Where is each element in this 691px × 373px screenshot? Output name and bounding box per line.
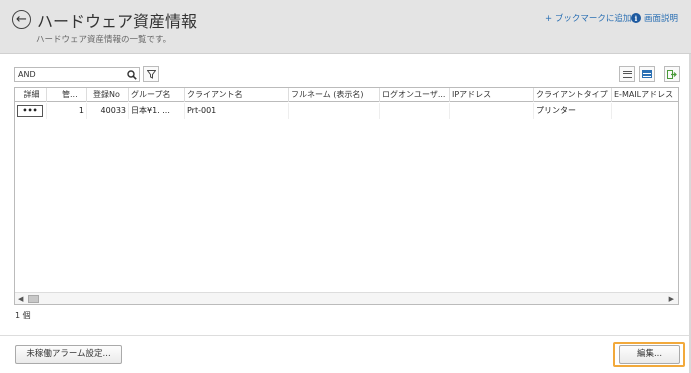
table-row[interactable]: ••• 1 40033 日本¥1. ... Prt-001 プリンター — [15, 103, 678, 119]
search-icon[interactable] — [124, 67, 140, 82]
client-cell: Prt-001 — [185, 103, 289, 119]
edit-button[interactable]: 編集... — [619, 345, 680, 364]
reg-no-cell: 40033 — [87, 103, 129, 119]
group-cell: 日本¥1. ... — [129, 103, 185, 119]
logon-cell — [380, 103, 450, 119]
column-header-detail[interactable]: 詳細 — [15, 88, 47, 102]
page-header: ← ハードウェア資産情報 ハードウェア資産情報の一覧です。 + ブックマークに追… — [0, 0, 691, 54]
email-cell — [612, 103, 678, 119]
search-input[interactable]: AND — [14, 67, 140, 82]
add-bookmark-link[interactable]: + ブックマークに追加 — [545, 12, 631, 24]
back-icon[interactable]: ← — [12, 10, 31, 29]
help-label: 画面説明 — [644, 14, 679, 24]
scrollbar-thumb[interactable] — [28, 295, 39, 303]
filter-icon[interactable] — [143, 66, 159, 82]
export-icon[interactable] — [664, 66, 680, 82]
column-header-ip[interactable]: IPアドレス — [450, 88, 534, 102]
detail-cell: ••• — [15, 103, 47, 119]
list-view-icon[interactable] — [619, 66, 635, 82]
fullname-cell — [289, 103, 380, 119]
ip-cell — [450, 103, 534, 119]
help-link[interactable]: i 画面説明 — [631, 12, 678, 24]
column-header-group[interactable]: グループ名 — [129, 88, 185, 102]
column-header-reg-no[interactable]: 登録No — [87, 88, 129, 102]
page-subtitle: ハードウェア資産情報の一覧です。 — [36, 35, 172, 45]
hardware-asset-table: 詳細 管... 登録No グループ名 クライアント名 フルネーム (表示名) ロ… — [14, 87, 679, 305]
horizontal-scrollbar[interactable]: ◀ ▶ — [15, 292, 678, 304]
column-header-kan[interactable]: 管... — [47, 88, 87, 102]
client-type-cell: プリンター — [534, 103, 612, 119]
detail-button[interactable]: ••• — [17, 105, 43, 117]
record-count: 1 個 — [15, 311, 31, 320]
kan-cell: 1 — [47, 103, 87, 119]
footer-divider — [0, 335, 691, 336]
table-header: 詳細 管... 登録No グループ名 クライアント名 フルネーム (表示名) ロ… — [15, 88, 678, 102]
inactive-alarm-settings-button[interactable]: 未稼働アラーム設定... — [15, 345, 122, 364]
column-header-logon-user[interactable]: ログオンユーザ... — [380, 88, 450, 102]
grid-view-icon[interactable] — [639, 66, 655, 82]
column-header-fullname[interactable]: フルネーム (表示名) — [289, 88, 380, 102]
scroll-right-icon[interactable]: ▶ — [669, 293, 674, 304]
info-icon: i — [631, 13, 641, 23]
page-title: ハードウェア資産情報 — [37, 12, 198, 31]
column-header-client[interactable]: クライアント名 — [185, 88, 289, 102]
column-header-client-type[interactable]: クライアントタイプ — [534, 88, 612, 102]
scroll-left-icon[interactable]: ◀ — [18, 293, 23, 304]
column-header-email[interactable]: E-MAILアドレス — [612, 88, 678, 102]
